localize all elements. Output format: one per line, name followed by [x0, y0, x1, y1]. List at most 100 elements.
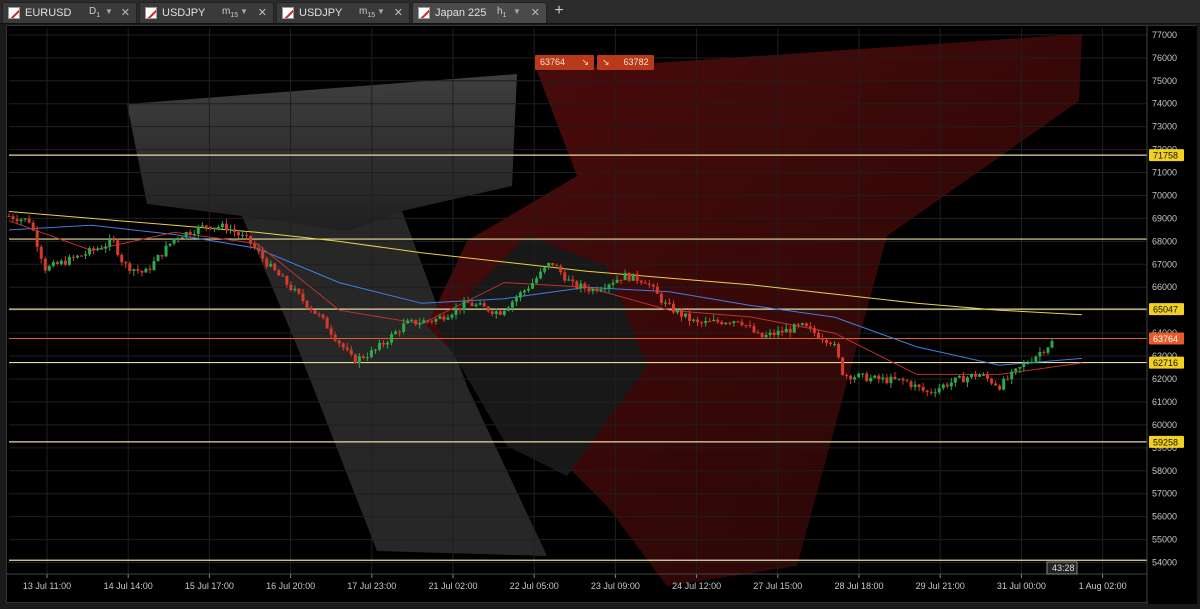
candle-body: [1046, 347, 1050, 353]
candle-body: [51, 262, 55, 267]
candle-body: [873, 375, 877, 378]
candle-body: [768, 332, 772, 335]
candle-body: [820, 338, 824, 340]
candle-body: [188, 231, 192, 235]
y-tick-label: 77000: [1152, 30, 1177, 40]
arrow-up-icon: ↘: [602, 57, 610, 67]
candle-body: [498, 311, 502, 315]
candle-body: [301, 293, 305, 301]
candle-body: [140, 270, 144, 273]
candle-body: [1038, 351, 1042, 357]
candle-body: [84, 254, 88, 256]
chart-area[interactable]: 7700076000750007400073000720007100070000…: [6, 25, 1197, 604]
x-tick-label: 27 Jul 15:00: [753, 581, 802, 591]
arrow-down-icon: ↘: [581, 57, 590, 67]
candle-body: [647, 283, 651, 285]
candle-body: [841, 357, 845, 375]
price-chart[interactable]: 7700076000750007400073000720007100070000…: [7, 26, 1197, 604]
candle-body: [889, 376, 893, 384]
time-axis[interactable]: 13 Jul 11:00 14 Jul 14:00 15 Jul 17:00 16 J…: [7, 561, 1147, 591]
candle-body: [796, 324, 800, 326]
candle-body: [510, 301, 514, 308]
candle-body: [941, 384, 945, 389]
candle-body: [100, 248, 104, 250]
candle-body: [164, 245, 168, 257]
tab-usdjpy-1[interactable]: USDJPY m15 ▼ ✕: [139, 2, 274, 23]
candle-body: [957, 375, 961, 378]
y-tick-label: 62000: [1152, 374, 1177, 384]
candle-body: [756, 332, 760, 334]
tab-bar: EURUSD D1 ▼ ✕ USDJPY m15 ▼ ✕ USDJPY m15 …: [0, 0, 1200, 24]
candle-body: [410, 319, 414, 321]
candle-body: [470, 302, 474, 307]
candle-body: [555, 265, 559, 267]
candle-body: [39, 246, 43, 259]
candle-body: [688, 313, 692, 321]
y-tick-label: 58000: [1152, 466, 1177, 476]
close-icon[interactable]: ✕: [121, 6, 130, 19]
tab-usdjpy-2[interactable]: USDJPY m15 ▼ ✕: [276, 2, 410, 23]
candle-body: [829, 342, 833, 345]
candle-body: [623, 272, 627, 281]
candle-body: [905, 380, 909, 382]
candle-body: [627, 272, 631, 281]
x-tick-label: 22 Jul 05:00: [510, 581, 559, 591]
tab-japan225[interactable]: Japan 225 h1 ▼ ✕: [412, 2, 547, 23]
y-tick-label: 55000: [1152, 535, 1177, 545]
candle-body: [398, 331, 402, 333]
candle-body: [494, 311, 498, 314]
tab-timeframe[interactable]: m15: [222, 6, 238, 19]
candle-body: [780, 330, 784, 333]
candle-body: [15, 219, 19, 222]
bid-price-chip[interactable]: 63764 ↘: [535, 55, 595, 70]
candle-body: [684, 313, 688, 317]
tab-timeframe[interactable]: h1: [497, 6, 506, 19]
x-tick-label: 1 Aug 02:00: [1079, 581, 1127, 591]
candle-body: [772, 332, 776, 335]
candle-body: [543, 267, 547, 272]
candle-body: [909, 381, 913, 387]
chevron-down-icon[interactable]: ▼: [105, 7, 113, 16]
y-tick-label: 75000: [1152, 76, 1177, 86]
candle-body: [438, 316, 442, 319]
x-tick-label: 29 Jul 21:00: [916, 581, 965, 591]
x-tick-label: 24 Jul 12:00: [672, 581, 721, 591]
candle-body: [736, 321, 740, 323]
tab-timeframe[interactable]: m15: [359, 6, 375, 19]
candle-body: [857, 373, 861, 378]
x-tick-label: 17 Jul 23:00: [347, 581, 396, 591]
candle-body: [237, 232, 241, 236]
candle-body: [373, 349, 377, 351]
candle-body: [124, 262, 128, 264]
candle-body: [414, 319, 418, 325]
candle-body: [764, 334, 768, 338]
candle-body: [865, 373, 869, 382]
candle-body: [394, 331, 398, 335]
chevron-down-icon[interactable]: ▼: [513, 7, 521, 16]
candle-body: [631, 273, 635, 281]
candle-body: [567, 279, 571, 281]
candle-body: [361, 356, 365, 358]
price-axis[interactable]: 7700076000750007400073000720007100070000…: [1146, 26, 1197, 604]
close-icon[interactable]: ✕: [258, 6, 267, 19]
y-tick-label: 56000: [1152, 512, 1177, 522]
chevron-down-icon[interactable]: ▼: [377, 7, 385, 16]
close-icon[interactable]: ✕: [394, 6, 403, 19]
candle-body: [744, 325, 748, 327]
candle-body: [639, 280, 643, 283]
tab-timeframe[interactable]: D1: [89, 6, 100, 19]
candle-body: [531, 283, 535, 289]
ask-price-chip[interactable]: ↘ 63782: [597, 55, 654, 70]
candle-body: [59, 260, 63, 265]
chevron-down-icon[interactable]: ▼: [240, 7, 248, 16]
add-tab-button[interactable]: +: [551, 3, 567, 21]
candle-body: [949, 382, 953, 387]
close-icon[interactable]: ✕: [531, 6, 540, 19]
candle-body: [929, 392, 933, 394]
candle-body: [156, 255, 160, 262]
candle-body: [486, 306, 490, 312]
candle-body: [599, 289, 603, 292]
candle-body: [79, 255, 83, 257]
y-tick-label: 54000: [1152, 558, 1177, 568]
tab-eurusd[interactable]: EURUSD D1 ▼ ✕: [2, 2, 137, 23]
